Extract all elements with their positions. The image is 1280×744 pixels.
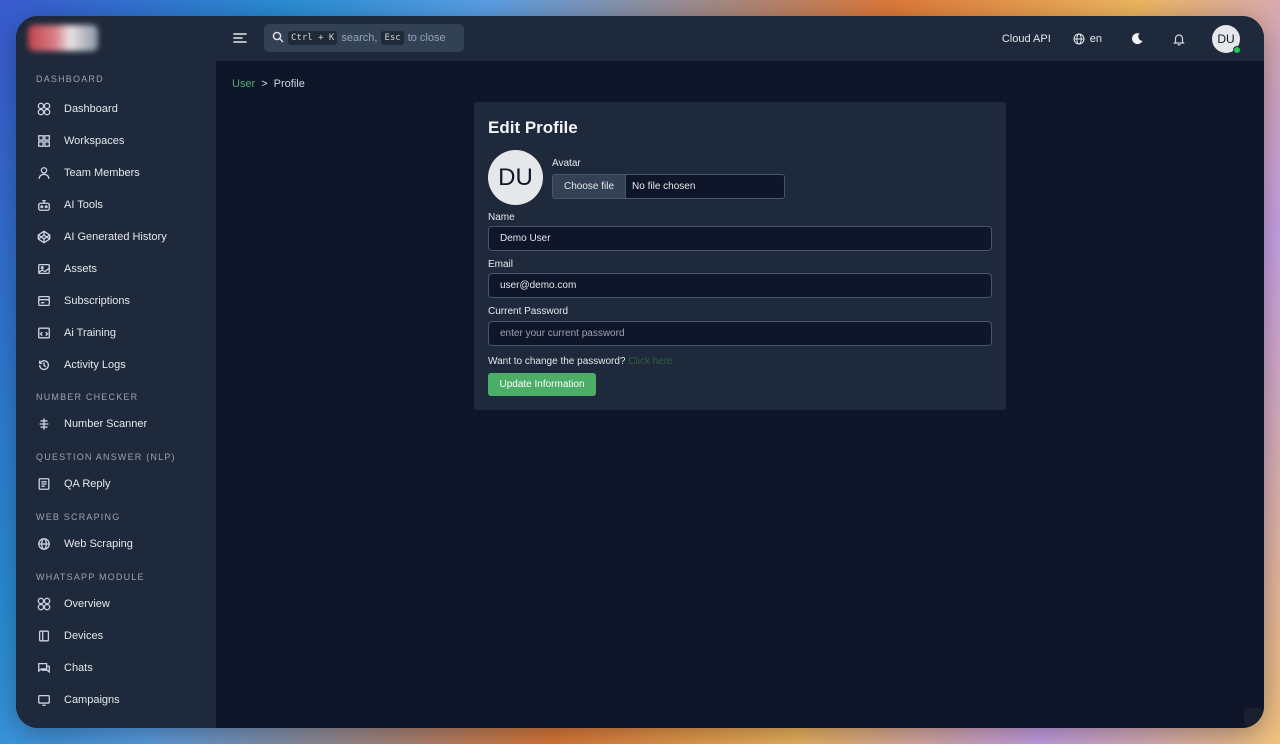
top-right-actions: Cloud API en DU xyxy=(1002,16,1241,61)
sidebar-item-ai-generated-history[interactable]: AI Generated History xyxy=(16,221,216,253)
sidebar-item-label: Assets xyxy=(64,263,98,275)
profile-avatar: DU xyxy=(488,150,543,205)
language-selector[interactable]: en xyxy=(1073,33,1102,45)
name-label: Name xyxy=(488,212,515,223)
search-close-text: to close xyxy=(407,32,446,44)
breadcrumb: User > Profile xyxy=(232,78,305,90)
change-password-prompt: Want to change the password? Click here xyxy=(488,356,673,367)
change-password-text: Want to change the password? xyxy=(488,356,626,367)
chat-icon xyxy=(36,660,52,676)
sidebar-item-label: Campaigns xyxy=(64,694,120,706)
user-avatar[interactable]: DU xyxy=(1212,24,1241,54)
sidebar-item-label: Subscriptions xyxy=(64,295,131,307)
sidebar-section-title: QUESTION ANSWER (NLP) xyxy=(36,452,176,462)
user-avatar-initials: DU xyxy=(1217,31,1235,46)
sidebar-item-label: Activity Logs xyxy=(64,359,126,371)
grid-circles-icon xyxy=(36,101,52,117)
sidebar-section-title: NUMBER CHECKER xyxy=(36,392,139,402)
online-status-dot xyxy=(1233,45,1241,54)
file-status-text: No file chosen xyxy=(632,181,696,192)
change-password-link[interactable]: Click here xyxy=(628,356,672,367)
bell-icon[interactable] xyxy=(1170,30,1188,48)
avatar-label: Avatar xyxy=(552,158,581,169)
globe-icon xyxy=(36,536,52,552)
sidebar-item-devices[interactable]: Devices xyxy=(16,620,216,652)
edit-profile-card: Edit Profile DU Avatar Choose file No fi… xyxy=(474,102,1006,410)
robot-icon xyxy=(36,197,52,213)
search-esc-key: Esc xyxy=(381,31,404,45)
sidebar-item-label: Workspaces xyxy=(64,135,125,147)
language-label: en xyxy=(1089,32,1102,45)
monitor-icon xyxy=(36,692,52,708)
top-bar: Ctrl + K search, Esc to close Cloud API … xyxy=(16,16,1264,61)
sidebar-item-chats[interactable]: Chats xyxy=(16,652,216,684)
grid-circles-icon xyxy=(36,596,52,612)
search-shortcut-key: Ctrl + K xyxy=(288,31,338,45)
receipt-icon xyxy=(36,293,52,309)
sidebar-item-workspaces[interactable]: Workspaces xyxy=(16,125,216,157)
breadcrumb-current: Profile xyxy=(273,78,305,90)
sidebar-item-label: Ai Training xyxy=(64,327,116,339)
app-logo[interactable] xyxy=(28,25,98,51)
corner-resize-handle[interactable] xyxy=(1244,708,1262,726)
sidebar-section-title: DASHBOARD xyxy=(36,74,104,84)
search-hint-text: search, xyxy=(341,32,378,44)
sidebar-item-campaigns[interactable]: Campaigns xyxy=(16,684,216,716)
menu-toggle-icon[interactable] xyxy=(230,28,250,48)
sidebar-item-number-scanner[interactable]: Number Scanner xyxy=(16,408,216,440)
sidebar-item-qa-reply[interactable]: QA Reply xyxy=(16,468,216,500)
sidebar-item-dashboard[interactable]: Dashboard xyxy=(16,93,216,125)
sidebar-section-title: WEB SCRAPING xyxy=(36,512,121,522)
grid-squares-icon xyxy=(36,133,52,149)
sidebar-item-ai-tools[interactable]: AI Tools xyxy=(16,189,216,221)
code-window-icon xyxy=(36,325,52,341)
sidebar-item-activity-logs[interactable]: Activity Logs xyxy=(16,349,216,381)
breadcrumb-user-link[interactable]: User xyxy=(232,78,255,90)
sidebar-item-overview[interactable]: Overview xyxy=(16,588,216,620)
current-password-label: Current Password xyxy=(488,306,569,317)
sidebar-item-label: QA Reply xyxy=(64,478,111,490)
sidebar-item-label: Number Scanner xyxy=(64,418,148,430)
globe-icon xyxy=(1073,33,1085,44)
sidebar-item-label: Chats xyxy=(64,662,93,674)
name-field[interactable] xyxy=(488,226,992,251)
breadcrumb-separator: > xyxy=(261,78,268,90)
sidebar-item-label: Team Members xyxy=(64,167,140,179)
profile-avatar-initials: DU xyxy=(498,163,533,191)
email-label: Email xyxy=(488,259,514,270)
search-bar[interactable]: Ctrl + K search, Esc to close xyxy=(264,24,464,52)
app-window: Ctrl + K search, Esc to close Cloud API … xyxy=(16,16,1264,728)
choose-file-button[interactable]: Choose file xyxy=(553,175,627,198)
document-icon xyxy=(36,476,52,492)
scanner-icon xyxy=(36,416,52,432)
sidebar-item-label: AI Generated History xyxy=(64,231,167,243)
email-field[interactable] xyxy=(488,273,992,298)
sidebar-item-label: Devices xyxy=(64,630,104,642)
sidebar-section-title: WHATSAPP MODULE xyxy=(36,572,145,582)
main-content: User > Profile Edit Profile DU Avatar Ch… xyxy=(216,61,1264,728)
sidebar-item-ai-training[interactable]: Ai Training xyxy=(16,317,216,349)
devices-icon xyxy=(36,628,52,644)
sidebar-item-team-members[interactable]: Team Members xyxy=(16,157,216,189)
sidebar-item-label: Overview xyxy=(64,598,110,610)
sidebar-item-label: AI Tools xyxy=(64,199,103,211)
image-icon xyxy=(36,261,52,277)
current-password-field[interactable] xyxy=(488,321,992,346)
user-icon xyxy=(36,165,52,181)
history-icon xyxy=(36,357,52,373)
search-icon xyxy=(272,31,284,46)
sidebar-item-label: Dashboard xyxy=(64,103,118,115)
dark-mode-icon[interactable] xyxy=(1128,30,1146,48)
sidebar-item-label: Web Scraping xyxy=(64,538,133,550)
avatar-file-input[interactable]: Choose file No file chosen xyxy=(552,174,785,199)
page-title: Edit Profile xyxy=(488,118,578,137)
update-information-button[interactable]: Update Information xyxy=(488,373,596,396)
cloud-api-link[interactable]: Cloud API xyxy=(1002,33,1051,45)
sidebar-item-web-scraping[interactable]: Web Scraping xyxy=(16,528,216,560)
sidebar: DASHBOARD Dashboard Workspaces Team Memb… xyxy=(16,61,216,728)
sidebar-item-subscriptions[interactable]: Subscriptions xyxy=(16,285,216,317)
codepen-icon xyxy=(36,229,52,245)
sidebar-item-assets[interactable]: Assets xyxy=(16,253,216,285)
